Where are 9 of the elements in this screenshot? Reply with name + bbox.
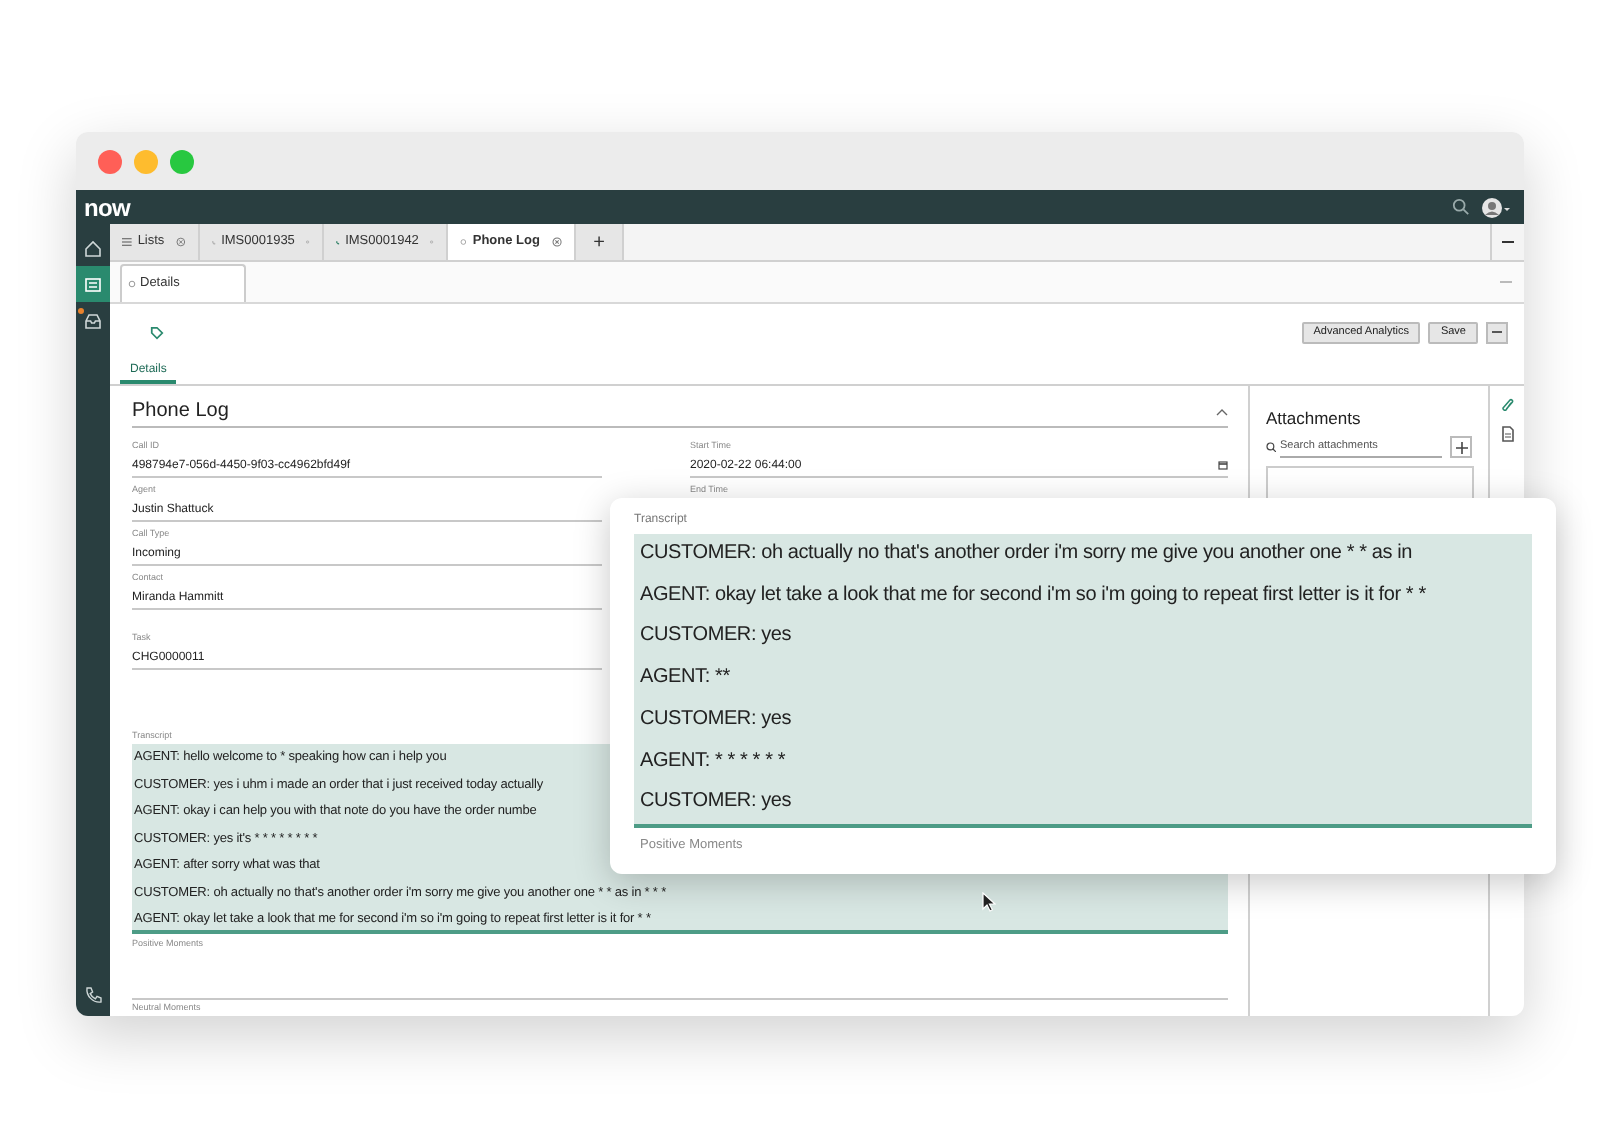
- transcript-line: AGENT: * * * * * *: [640, 747, 786, 776]
- form-title: Phone Log: [132, 398, 229, 426]
- transcript-line: CUSTOMER: yes: [640, 622, 792, 651]
- transcript-line: CUSTOMER: yes: [640, 788, 792, 817]
- transcript-line: AGENT: **: [640, 664, 730, 693]
- transcript-line: CUSTOMER: oh actually no that's another order i'm sorry me give you another one * * as in: [640, 540, 1413, 568]
- transcript-line: AGENT: okay let take a look that me for second i'm so i'm going to repeat first letter is it for * *: [640, 581, 1426, 610]
- transcript-line: CUSTOMER: yes: [640, 705, 792, 734]
- panel-title: Attachments: [1266, 406, 1363, 430]
